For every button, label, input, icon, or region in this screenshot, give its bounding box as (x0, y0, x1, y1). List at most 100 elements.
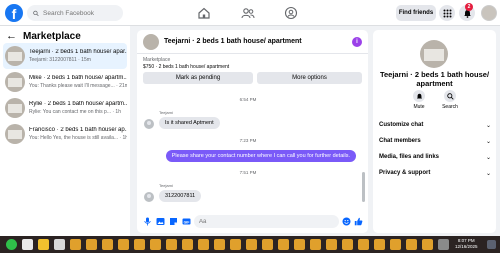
groups-icon[interactable] (284, 6, 298, 20)
chrome-icon[interactable] (102, 239, 113, 250)
chrome-icon[interactable] (358, 239, 369, 250)
image-icon[interactable] (156, 217, 165, 226)
conversation-name: Francisco · 2 beds 1 bath house/ ap... (29, 127, 127, 133)
chrome-icon[interactable] (374, 239, 385, 250)
message-input[interactable] (194, 215, 324, 228)
chrome-icon[interactable] (214, 239, 225, 250)
listing-thumbnail (5, 98, 25, 118)
arrow-left-icon[interactable]: ← (6, 30, 17, 42)
listing-price-title[interactable]: $750 · 2 beds 1 bath house/ apartment (143, 64, 229, 70)
chrome-icon[interactable] (150, 239, 161, 250)
customize-chat-row[interactable]: Customize chat ⌄ (379, 122, 491, 129)
friends-icon[interactable] (241, 6, 255, 20)
listing-thumbnail (143, 33, 159, 50)
chrome-icon[interactable] (390, 239, 401, 250)
chrome-icon[interactable] (406, 239, 417, 250)
conversation-details-panel: Teejarni · 2 beds 1 bath house/ apartmen… (373, 30, 496, 233)
mark-as-pending-button[interactable]: Mark as pending (143, 72, 253, 84)
chrome-icon[interactable] (262, 239, 273, 250)
info-icon[interactable]: i (352, 37, 362, 47)
listing-thumbnail (5, 124, 25, 144)
top-navigation-bar: f Find friends 2 (0, 0, 500, 26)
find-friends-button[interactable]: Find friends (396, 5, 436, 21)
whatsapp-icon[interactable] (6, 239, 17, 250)
conversation-preview: Teejarni: 3122007811 · 15m (29, 57, 91, 63)
conversation-item[interactable]: Rylie · 2 beds 1 bath house/ apartm... R… (3, 95, 127, 121)
search-input[interactable] (43, 9, 123, 17)
conversation-item[interactable]: Mike · 2 beds 1 bath house/ apartm... Yo… (3, 69, 127, 95)
chevron-down-icon: ⌄ (485, 155, 491, 161)
search-icon (33, 10, 39, 16)
sender-name: Teejarni (159, 110, 174, 115)
message-composer: GIF (137, 211, 368, 233)
bell-icon (416, 93, 422, 98)
notification-center-icon[interactable] (487, 240, 496, 249)
sidebar-header: ← Marketplace (6, 30, 81, 42)
chrome-icon[interactable] (294, 239, 305, 250)
message-timestamp: 7:51 PM (239, 170, 257, 175)
chrome-icon[interactable] (166, 239, 177, 250)
chrome-icon[interactable] (134, 239, 145, 250)
explorer-icon[interactable] (22, 239, 33, 250)
app-icon[interactable] (54, 239, 65, 250)
chrome-icon[interactable] (118, 239, 129, 250)
mute-label: Mute (413, 104, 425, 110)
conversation-name: Rylie · 2 beds 1 bath house/ apartm... (29, 101, 127, 107)
chat-title[interactable]: Teejarni · 2 beds 1 bath house/ apartmen… (164, 38, 302, 45)
chrome-icon[interactable] (70, 239, 81, 250)
menu-grid-icon (443, 9, 451, 17)
gif-icon[interactable]: GIF (182, 217, 191, 226)
conversation-item[interactable]: Francisco · 2 beds 1 bath house/ ap... Y… (3, 121, 127, 147)
chrome-icon[interactable] (326, 239, 337, 250)
incoming-message[interactable]: 3122007811 (159, 190, 202, 202)
chat-header: Teejarni · 2 beds 1 bath house/ apartmen… (137, 30, 368, 54)
chat-members-row[interactable]: Chat members ⌄ (379, 138, 491, 145)
search-box[interactable] (27, 5, 123, 21)
chrome-icon[interactable] (422, 239, 433, 250)
conversation-name: Teejarni · 2 beds 1 bath house/ apar... (29, 49, 127, 55)
thumbs-up-icon[interactable] (354, 217, 363, 226)
facebook-logo[interactable]: f (5, 4, 23, 22)
section-label: Customize chat (379, 122, 424, 128)
conversation-name: Mike · 2 beds 1 bath house/ apartm... (29, 75, 127, 81)
clock-date: 12/16/2025 (455, 244, 478, 249)
chrome-icon[interactable] (342, 239, 353, 250)
incoming-message[interactable]: Is it shared Aptment (159, 117, 220, 129)
listing-photo[interactable] (420, 40, 448, 68)
privacy-support-row[interactable]: Privacy & support ⌄ (379, 170, 491, 177)
home-icon[interactable] (197, 6, 211, 20)
chrome-icon[interactable] (230, 239, 241, 250)
chevron-down-icon: ⌄ (485, 139, 491, 145)
chrome-icon[interactable] (246, 239, 257, 250)
sender-avatar[interactable] (144, 192, 154, 202)
chat-scrollbar[interactable] (362, 172, 365, 202)
chevron-down-icon: ⌄ (485, 123, 491, 129)
menu-button[interactable] (439, 5, 455, 21)
chevron-down-icon: ⌄ (485, 171, 491, 177)
conversation-item[interactable]: Teejarni · 2 beds 1 bath house/ apar... … (3, 43, 127, 69)
system-tray-icon[interactable] (438, 239, 449, 250)
search-conversation-button[interactable]: Search (435, 90, 465, 110)
sticker-icon[interactable] (169, 217, 178, 226)
profile-avatar[interactable] (481, 5, 497, 21)
sender-name: Teejarni (159, 183, 174, 188)
chrome-icon[interactable] (198, 239, 209, 250)
sender-avatar[interactable] (144, 119, 154, 129)
outgoing-message[interactable]: Please share your contact number where I… (165, 150, 356, 162)
svg-text:GIF: GIF (184, 220, 191, 224)
mute-button[interactable]: Mute (404, 90, 434, 110)
details-title: Teejarni · 2 beds 1 bath house/ apartmen… (379, 70, 490, 88)
folder-icon[interactable] (38, 239, 49, 250)
media-files-links-row[interactable]: Media, files and links ⌄ (379, 154, 491, 161)
conversation-preview: You: Thanks please wait I'll message... … (29, 83, 127, 89)
chrome-icon[interactable] (86, 239, 97, 250)
taskbar-clock[interactable]: 8:07 PM 12/16/2025 (455, 238, 478, 250)
chrome-icon[interactable] (182, 239, 193, 250)
chrome-icon[interactable] (310, 239, 321, 250)
message-input-box[interactable] (194, 215, 339, 228)
message-timestamp: 7:23 PM (239, 138, 257, 143)
microphone-icon[interactable] (143, 217, 152, 226)
more-options-button[interactable]: More options (257, 72, 362, 84)
emoji-icon[interactable] (342, 217, 351, 226)
chrome-icon[interactable] (278, 239, 289, 250)
